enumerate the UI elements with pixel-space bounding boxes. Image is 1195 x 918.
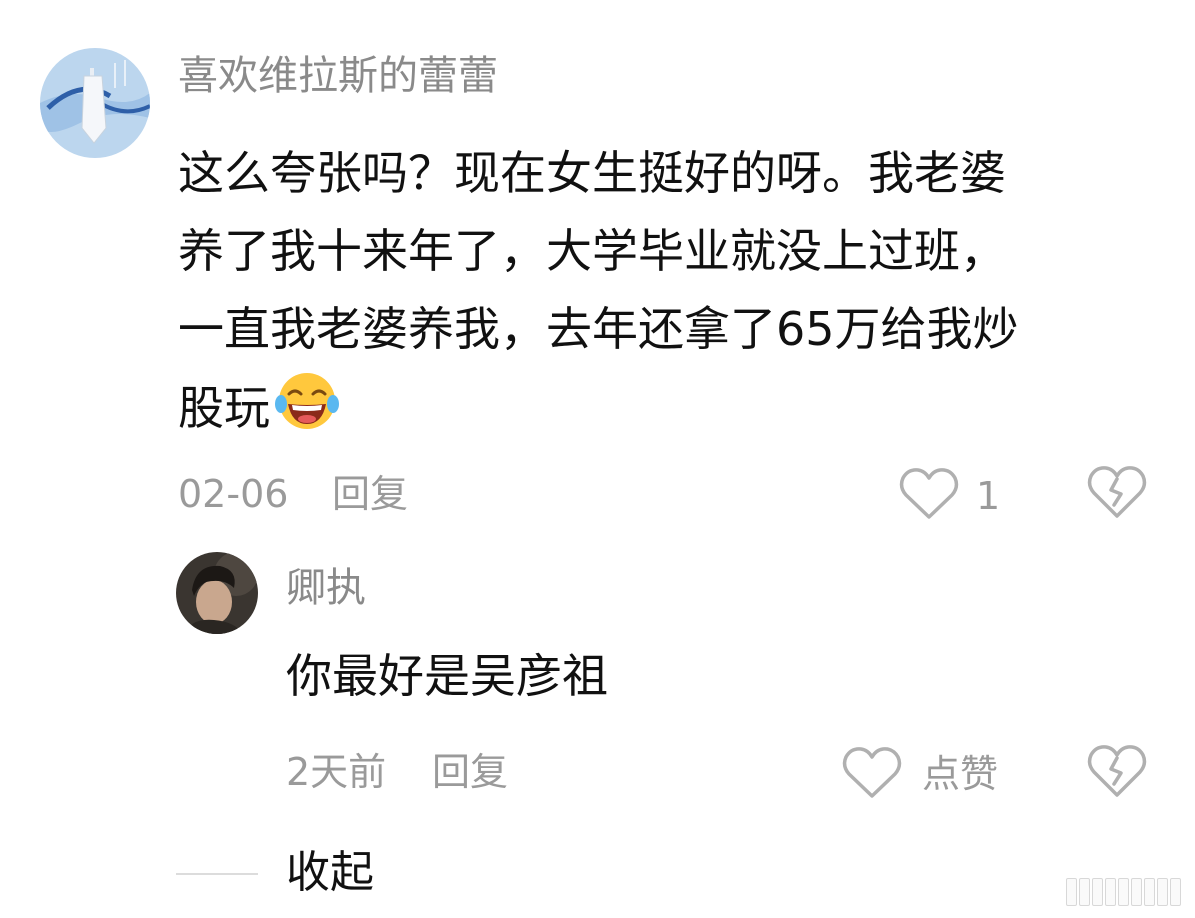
like-count: 1: [976, 474, 1001, 518]
user-avatar[interactable]: [40, 48, 150, 158]
broken-heart-icon[interactable]: [1086, 463, 1148, 521]
collapse-button[interactable]: 收起: [286, 844, 374, 902]
comment-line: 这么夸张吗？现在女生挺好的呀。我老婆: [178, 146, 1006, 200]
reply-user-avatar[interactable]: [176, 552, 258, 634]
comment-last-line: 股玩: [178, 368, 1178, 447]
comment-line: 养了我十来年了，大学毕业就没上过班，: [178, 224, 1006, 278]
comment-line: 一直我老婆养我，去年还拿了65万给我炒: [178, 302, 1019, 356]
reply-button[interactable]: 回复: [332, 470, 408, 518]
like-label[interactable]: 点赞: [922, 750, 998, 798]
collapse-divider: [176, 873, 258, 875]
comment-date: 02-06: [178, 472, 289, 516]
username[interactable]: 喜欢维拉斯的蕾蕾: [178, 50, 498, 102]
laughing-tears-emoji-icon: [274, 368, 340, 434]
heart-outline-icon[interactable]: [841, 745, 903, 801]
reply-text: 你最好是吴彦祖: [286, 649, 608, 703]
heart-outline-icon[interactable]: [898, 466, 960, 522]
broken-heart-icon[interactable]: [1086, 742, 1148, 800]
watermark: [1066, 878, 1181, 906]
reply-comment: 卿执 你最好是吴彦祖 2天前 回复 点赞: [0, 540, 1195, 840]
avatar-image: [176, 552, 258, 634]
reply-username[interactable]: 卿执: [286, 562, 366, 614]
main-comment: 喜欢维拉斯的蕾蕾 这么夸张吗？现在女生挺好的呀。我老婆 养了我十来年了，大学毕业…: [0, 0, 1195, 530]
avatar-image: [40, 48, 150, 158]
reply-button[interactable]: 回复: [432, 748, 508, 796]
reply-date: 2天前: [286, 750, 387, 794]
comment-text: 这么夸张吗？现在女生挺好的呀。我老婆 养了我十来年了，大学毕业就没上过班， 一直…: [178, 134, 1178, 447]
comment-line: 股玩: [178, 381, 270, 435]
